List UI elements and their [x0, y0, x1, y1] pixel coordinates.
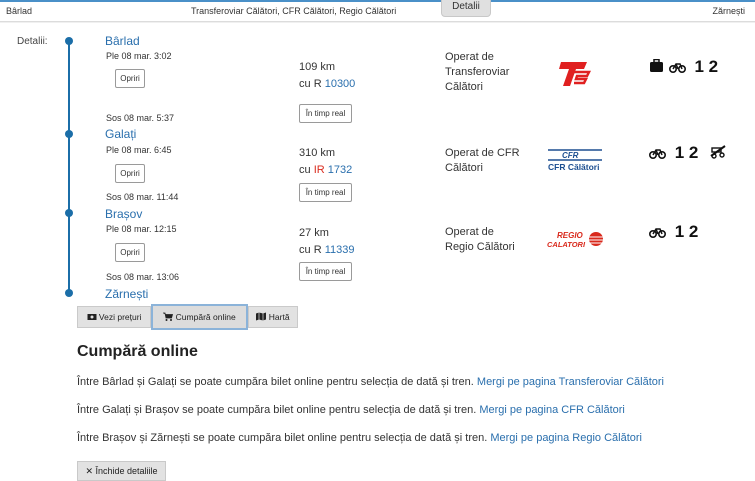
bicycle-icon: [648, 149, 667, 160]
stops-button[interactable]: Opriri: [115, 243, 145, 262]
summary-operators: Transferoviar Călători, CFR Călători, Re…: [191, 6, 397, 16]
departure-time: Ple 08 mar. 12:15: [106, 224, 177, 234]
realtime-button[interactable]: În timp real: [299, 262, 352, 281]
arrival-time: Sos 08 mar. 5:37: [106, 113, 175, 123]
operator-text: Operat de Transferoviar Călători: [445, 51, 510, 93]
luggage-icon: [650, 58, 663, 72]
map-icon: [256, 312, 267, 321]
cfr-logo-top: CFR: [562, 151, 579, 160]
sleeper-icon: [710, 145, 726, 159]
buy-online-line: Între Bârlad și Galați se poate cumpăra …: [77, 376, 664, 388]
distance: 27 km: [299, 227, 329, 239]
timeline-dot: [65, 289, 73, 297]
travel-classes: 1 2: [674, 222, 699, 241]
segment-facilities: 1 2: [648, 143, 727, 163]
travel-classes: 1 2: [674, 143, 699, 162]
regio-logo-bottom: CALATORI: [547, 240, 586, 249]
operator-text: Operat de Regio Călători: [445, 226, 515, 253]
operator-text: Operat de CFR Călători: [445, 147, 520, 174]
station-link[interactable]: Galați: [105, 127, 136, 141]
route-summary-bar[interactable]: Bârlad Transferoviar Călători, CFR Călăt…: [0, 0, 755, 22]
stops-button[interactable]: Opriri: [115, 69, 145, 88]
operator-page-link[interactable]: Mergi pe pagina Regio Călători: [490, 432, 642, 444]
operator-page-link[interactable]: Mergi pe pagina Transferoviar Călători: [477, 376, 664, 388]
train-type: R: [313, 244, 322, 256]
segment-info: 310 km cu IR 1732: [299, 145, 352, 179]
train-type: R: [313, 78, 322, 90]
buy-online-button[interactable]: Cumpără online: [151, 304, 248, 330]
cfr-logo-bottom: CFR Călători: [548, 162, 599, 172]
summary-from: Bârlad: [6, 6, 33, 16]
cart-icon: [163, 312, 174, 321]
details-tab[interactable]: Detalii: [441, 0, 491, 17]
station-link[interactable]: Bârlad: [105, 34, 140, 48]
train-number-link[interactable]: 11339: [325, 244, 355, 256]
details-label: Detalii:: [17, 36, 48, 47]
segment-info: 109 km cu R 10300: [299, 59, 355, 93]
map-button[interactable]: Hartă: [248, 306, 298, 328]
ticket-icon: [87, 314, 97, 320]
train-type: IR: [313, 164, 325, 176]
timeline-dot: [65, 130, 73, 138]
arrival-time: Sos 08 mar. 13:06: [106, 272, 180, 282]
distance: 109 km: [299, 61, 336, 73]
timeline-line: [68, 40, 70, 294]
prices-button[interactable]: Vezi prețuri: [77, 306, 151, 328]
close-icon: ✕: [85, 466, 93, 476]
departure-time: Ple 08 mar. 3:02: [106, 51, 172, 61]
segment-facilities: 1 2: [648, 222, 704, 242]
cfr-logo: CFR CFR Călători: [546, 147, 604, 173]
transferoviar-logo: [557, 60, 592, 88]
buy-online-line: Între Galați și Brașov se poate cumpăra …: [77, 404, 625, 416]
travel-classes: 1 2: [694, 57, 719, 76]
timeline-dot: [65, 37, 73, 45]
regio-logo: REGIO CALATORI: [545, 228, 605, 250]
departure-time: Ple 08 mar. 6:45: [106, 145, 172, 155]
realtime-button[interactable]: În timp real: [299, 104, 352, 123]
station-link[interactable]: Brașov: [105, 207, 142, 221]
realtime-button[interactable]: În timp real: [299, 183, 352, 202]
stops-button[interactable]: Opriri: [115, 164, 145, 183]
close-details-button[interactable]: ✕ Închide detaliile: [77, 461, 166, 481]
train-line: cu R 10300: [299, 78, 356, 90]
train-number-link[interactable]: 10300: [325, 78, 356, 90]
regio-logo-top: REGIO: [557, 231, 584, 240]
train-number-link[interactable]: 1732: [328, 164, 352, 176]
distance: 310 km: [299, 147, 336, 159]
summary-to: Zărnești: [712, 6, 745, 16]
station-link[interactable]: Zărnești: [105, 287, 148, 301]
bicycle-icon: [668, 63, 686, 74]
timeline-dot: [65, 209, 73, 217]
train-line: cu IR 1732: [299, 164, 353, 176]
train-line: cu R 11339: [299, 244, 355, 256]
segment-info: 27 km cu R 11339: [299, 225, 354, 259]
arrival-time: Sos 08 mar. 11:44: [106, 192, 179, 202]
bicycle-icon: [648, 228, 667, 239]
segment-facilities: 1 2: [649, 57, 724, 77]
operator-page-link[interactable]: Mergi pe pagina CFR Călători: [479, 404, 625, 416]
buy-online-line: Între Brașov și Zărnești se poate cumpăr…: [77, 432, 642, 444]
buy-online-heading: Cumpără online: [77, 343, 198, 360]
